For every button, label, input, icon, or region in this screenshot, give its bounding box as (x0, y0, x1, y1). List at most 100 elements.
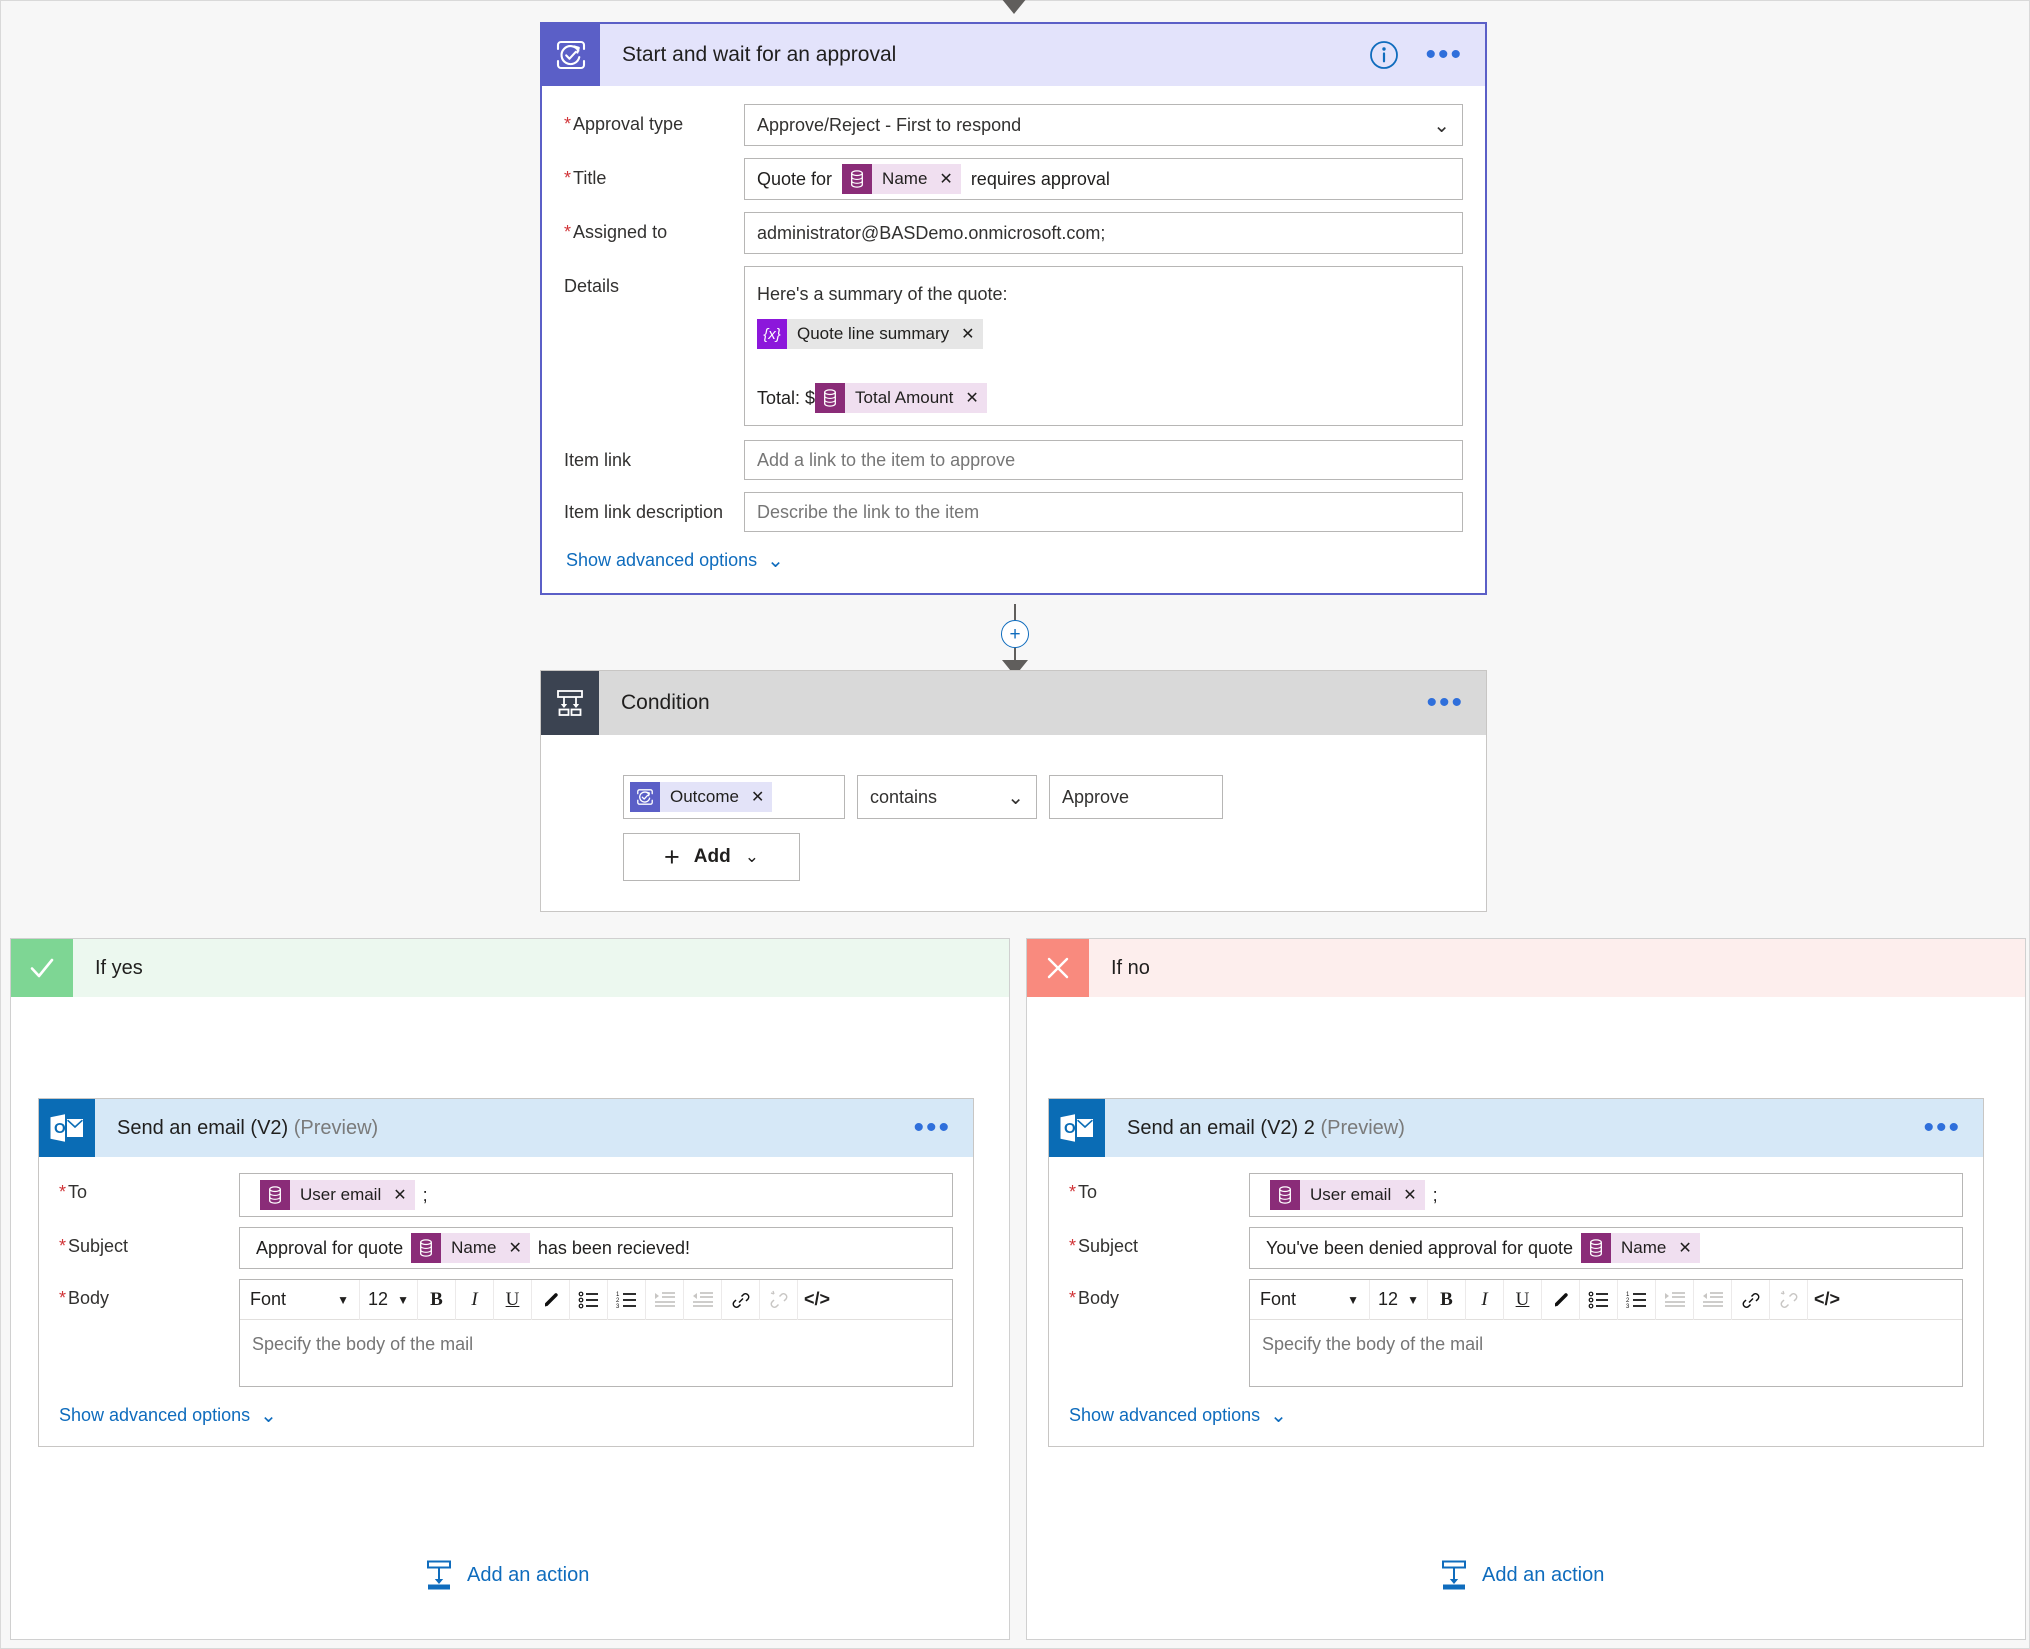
email-body-editor-no[interactable]: Font ▼ 12 ▼ B I U 123 </> Specify the bo… (1249, 1279, 1963, 1387)
more-options-icon[interactable]: ••• (1426, 688, 1464, 718)
token-outcome[interactable]: Outcome ✕ (630, 782, 773, 812)
highlight-pen-icon[interactable] (532, 1279, 570, 1320)
more-options-icon[interactable]: ••• (1923, 1113, 1961, 1143)
token-remove-icon[interactable]: ✕ (508, 1238, 521, 1258)
info-icon[interactable] (1369, 40, 1399, 70)
approval-show-advanced-options[interactable]: Show advanced options ⌄ (566, 548, 784, 573)
more-options-icon[interactable]: ••• (1425, 40, 1463, 70)
chevron-down-icon[interactable]: ⌄ (1433, 113, 1450, 138)
italic-icon[interactable]: I (1466, 1279, 1504, 1320)
email-body-placeholder-no[interactable]: Specify the body of the mail (1250, 1320, 1962, 1386)
font-size-select[interactable]: 12 ▼ (360, 1279, 418, 1320)
svg-text:3: 3 (616, 1304, 620, 1309)
approval-action-card[interactable]: Start and wait for an approval ••• * Appr… (540, 22, 1487, 595)
code-view-icon[interactable]: </> (798, 1280, 836, 1320)
token-remove-icon[interactable]: ✕ (939, 169, 952, 189)
title-row: * Title Quote for Name ✕ requires approval (564, 158, 1463, 200)
approval-type-select[interactable]: Approve/Reject - First to respond ⌄ (744, 104, 1463, 146)
numbered-list-icon[interactable]: 123 (608, 1279, 646, 1320)
outdent-icon[interactable] (684, 1279, 722, 1320)
link-icon[interactable] (722, 1279, 760, 1320)
numbered-list-icon[interactable]: 123 (1618, 1279, 1656, 1320)
link-icon[interactable] (1732, 1279, 1770, 1320)
add-an-action-no[interactable]: Add an action (1440, 1560, 1604, 1590)
condition-operand-field[interactable]: Outcome ✕ (623, 775, 845, 819)
email-body-placeholder-yes[interactable]: Specify the body of the mail (240, 1320, 952, 1386)
more-options-icon[interactable]: ••• (913, 1113, 951, 1143)
unlink-icon[interactable] (1770, 1279, 1808, 1320)
font-family-select[interactable]: Font ▼ (240, 1279, 360, 1320)
chevron-down-icon[interactable]: ⌄ (1007, 785, 1024, 810)
approval-icon (542, 24, 600, 86)
send-email-card-no[interactable]: O Send an email (V2) 2 (Preview) ••• * To… (1048, 1098, 1984, 1447)
condition-card[interactable]: Condition ••• Outcome ✕ contains ⌄ Appro… (540, 670, 1487, 912)
email-show-advanced-options-yes[interactable]: Show advanced options ⌄ (59, 1403, 277, 1428)
highlight-pen-icon[interactable] (1542, 1279, 1580, 1320)
email-subject-input-yes[interactable]: Approval for quote Name ✕ has been reciev… (239, 1227, 953, 1269)
approval-card-header[interactable]: Start and wait for an approval ••• (542, 24, 1485, 86)
item-link-description-input[interactable]: Describe the link to the item (744, 492, 1463, 532)
send-email-card-yes[interactable]: O Send an email (V2) (Preview) ••• * To U… (38, 1098, 974, 1447)
token-quote-line-summary[interactable]: {x} Quote line summary ✕ (757, 319, 983, 349)
email-show-advanced-options-no[interactable]: Show advanced options ⌄ (1069, 1403, 1287, 1428)
token-total-amount[interactable]: Total Amount ✕ (815, 383, 987, 413)
cds-database-icon (842, 164, 873, 194)
code-view-icon[interactable]: </> (1808, 1280, 1846, 1320)
token-remove-icon[interactable]: ✕ (1403, 1185, 1416, 1205)
italic-icon[interactable]: I (456, 1279, 494, 1320)
indent-icon[interactable] (646, 1279, 684, 1320)
bulleted-list-icon[interactable] (570, 1279, 608, 1320)
email-subject-input-no[interactable]: You've been denied approval for quote Na… (1249, 1227, 1963, 1269)
token-name[interactable]: Name ✕ (842, 164, 961, 194)
required-asterisk: * (564, 222, 572, 242)
indent-icon[interactable] (1656, 1279, 1694, 1320)
unlink-icon[interactable] (760, 1279, 798, 1320)
bold-icon[interactable]: B (1428, 1279, 1466, 1320)
token-user-email[interactable]: User email ✕ (1270, 1180, 1425, 1210)
bulleted-list-icon[interactable] (1580, 1279, 1618, 1320)
show-advanced-label: Show advanced options (59, 1405, 251, 1425)
send-email-header-yes[interactable]: O Send an email (V2) (Preview) ••• (39, 1099, 973, 1157)
token-name[interactable]: Name ✕ (411, 1233, 530, 1263)
token-remove-icon[interactable]: ✕ (961, 324, 974, 344)
incoming-connector (1001, 0, 1027, 14)
font-family-select[interactable]: Font ▼ (1250, 1279, 1370, 1320)
token-remove-icon[interactable]: ✕ (1678, 1238, 1691, 1258)
underline-icon[interactable]: U (1504, 1279, 1542, 1320)
assigned-to-input[interactable]: administrator@BASDemo.onmicrosoft.com; (744, 212, 1463, 254)
font-size-select[interactable]: 12 ▼ (1370, 1279, 1428, 1320)
item-link-input[interactable]: Add a link to the item to approve (744, 440, 1463, 480)
email-subject-row-yes: * Subject Approval for quote Name ✕ has be… (59, 1227, 953, 1269)
svg-text:O: O (54, 1120, 66, 1137)
condition-value-input[interactable]: Approve (1049, 775, 1223, 819)
token-label: Name (1621, 1238, 1667, 1257)
required-asterisk: * (564, 168, 572, 188)
chevron-down-icon: ▼ (1407, 1292, 1419, 1307)
underline-icon[interactable]: U (494, 1279, 532, 1320)
bold-icon[interactable]: B (418, 1279, 456, 1320)
email-to-input-yes[interactable]: User email ✕ ; (239, 1173, 953, 1217)
show-advanced-label: Show advanced options (566, 550, 758, 570)
email-to-input-no[interactable]: User email ✕ ; (1249, 1173, 1963, 1217)
token-user-email[interactable]: User email ✕ (260, 1180, 415, 1210)
title-input[interactable]: Quote for Name ✕ requires approval (744, 158, 1463, 200)
email-body-label-yes: * Body (59, 1288, 110, 1308)
outdent-icon[interactable] (1694, 1279, 1732, 1320)
details-input[interactable]: Here's a summary of the quote: {x} Quote… (744, 266, 1463, 426)
add-step-plus-icon[interactable]: + (1001, 620, 1029, 648)
email-body-label-no: * Body (1069, 1288, 1120, 1308)
preview-badge: (Preview) (293, 1116, 379, 1139)
condition-card-header[interactable]: Condition ••• (541, 671, 1486, 735)
required-asterisk: * (59, 1182, 67, 1202)
add-an-action-yes[interactable]: Add an action (425, 1560, 589, 1590)
email-body-editor-yes[interactable]: Font ▼ 12 ▼ B I U 123 </> Specify the bo… (239, 1279, 953, 1387)
condition-operator-select[interactable]: contains ⌄ (857, 775, 1037, 819)
token-remove-icon[interactable]: ✕ (393, 1185, 406, 1205)
item-link-label: Item link (564, 450, 632, 470)
send-email-header-no[interactable]: O Send an email (V2) 2 (Preview) ••• (1049, 1099, 1983, 1157)
token-name[interactable]: Name ✕ (1581, 1233, 1700, 1263)
svg-text:O: O (1064, 1120, 1076, 1137)
token-remove-icon[interactable]: ✕ (965, 388, 978, 408)
condition-add-button[interactable]: + Add ⌄ (623, 833, 800, 881)
token-remove-icon[interactable]: ✕ (751, 787, 764, 807)
